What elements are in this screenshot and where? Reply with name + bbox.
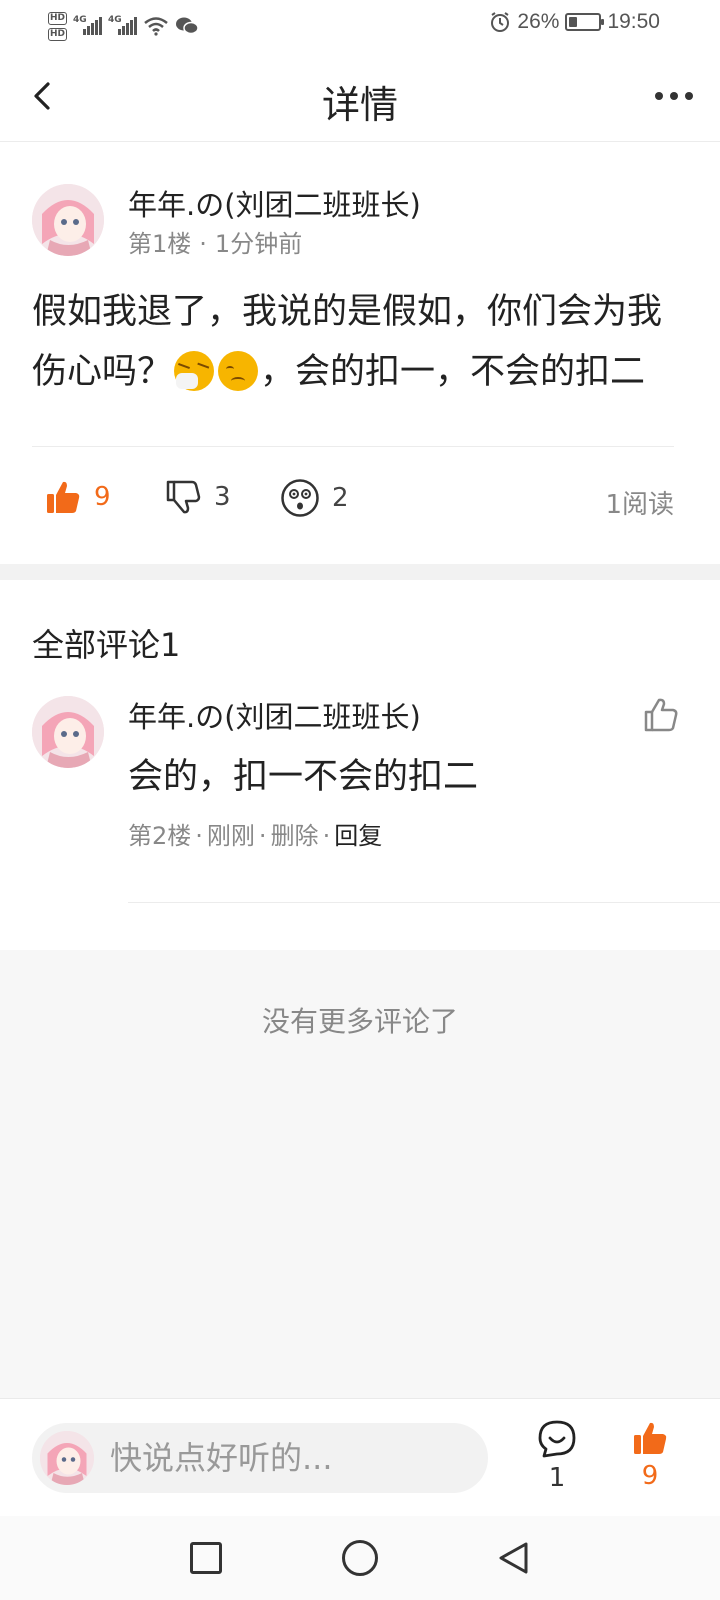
bottom-like-button[interactable]: 9 [620, 1419, 680, 1491]
no-more-comments-label: 没有更多评论了 [261, 1005, 458, 1038]
divider [128, 902, 720, 903]
post-actions: 9 3 2 1阅读 [0, 470, 720, 530]
comment-floor: 第2楼 [128, 822, 192, 850]
hd-icon: HD [48, 11, 68, 25]
post-text-part2: ，会的扣一，不会的扣二 [260, 352, 646, 392]
read-count: 1阅读 [605, 490, 674, 520]
thumbs-up-filled-icon [634, 1422, 667, 1454]
comment-count: 1 [548, 1463, 566, 1493]
system-nav-bar [0, 1516, 720, 1600]
comment-text: 会的，扣一不会的扣二 [128, 757, 479, 797]
comment-bubble-icon [538, 1420, 576, 1458]
avatar-image [40, 1431, 94, 1485]
battery-level [569, 17, 577, 27]
nav-back-icon[interactable] [496, 1540, 532, 1576]
wifi-icon [144, 17, 168, 36]
comments-section: 全部评论1 年年.の(刘团二班班长) 会的，扣一不会的扣二 第2楼 · 刚刚 · 删除 ·… [0, 580, 720, 950]
surprised-button[interactable]: 2 [280, 478, 349, 518]
battery-percent: 26% [517, 10, 560, 33]
dislike-count: 3 [214, 482, 231, 512]
section-divider [0, 564, 720, 580]
comments-footer: 没有更多评论了 [0, 950, 720, 1398]
thumbs-up-filled-icon [47, 481, 80, 513]
thumbs-down-icon [166, 480, 201, 514]
avatar-image [32, 184, 104, 256]
avatar[interactable] [32, 184, 104, 256]
dislike-button[interactable]: 3 [164, 478, 231, 516]
page-title: 详情 [321, 83, 398, 127]
post-card: 年年.の(刘团二班班长) 第1楼 · 1分钟前 假如我退了，我说的是假如，你们会为我… [0, 142, 720, 564]
recent-apps-icon[interactable] [190, 1542, 222, 1574]
home-icon[interactable] [342, 1540, 378, 1576]
delete-link[interactable]: 删除 [271, 822, 319, 850]
wechat-icon [176, 17, 199, 35]
battery-icon [565, 13, 605, 31]
comment-input-container[interactable] [32, 1423, 488, 1493]
avatar [40, 1431, 94, 1485]
like-count: 9 [94, 482, 111, 512]
surprised-count: 2 [332, 483, 349, 513]
alarm-icon [491, 12, 510, 32]
comment-time: 刚刚 [206, 822, 255, 850]
hd-icon: HD [48, 27, 68, 41]
top-app-bar: 详情 [0, 50, 720, 142]
thumbs-up-icon[interactable] [642, 696, 680, 734]
signal-icon: 4G [73, 15, 103, 35]
post-meta: 第1楼 · 1分钟前 [128, 230, 303, 258]
comments-button[interactable]: 1 [527, 1419, 587, 1493]
sneezing-face-emoji [174, 351, 215, 391]
comment-input[interactable] [110, 1435, 470, 1481]
divider [32, 446, 674, 447]
post-author[interactable]: 年年.の(刘团二班班长) [128, 182, 421, 224]
post-floor: 第1楼 [128, 230, 192, 258]
bottom-comment-bar: 1 9 [0, 1398, 720, 1516]
bottom-like-count: 9 [641, 1461, 659, 1491]
avatar-image [32, 696, 104, 768]
disappointed-face-emoji [218, 351, 259, 391]
post-content: 假如我退了，我说的是假如，你们会为我伤心吗？ ，会的扣一，不会的扣二 [32, 282, 692, 402]
surprised-face-icon [281, 479, 319, 517]
post-time: 1分钟前 [214, 230, 303, 258]
status-left: HD HD 4G 4G [48, 6, 199, 46]
more-options-icon[interactable] [650, 76, 698, 116]
avatar[interactable] [32, 696, 104, 768]
comment-author[interactable]: 年年.の(刘团二班班长) [128, 694, 421, 736]
status-bar: HD HD 4G 4G 26% 19:50 [0, 0, 720, 50]
signal-icon: 4G [108, 15, 138, 35]
hd-indicators: HD HD [48, 11, 68, 41]
comments-header: 全部评论1 [32, 626, 181, 664]
status-right: 26% 19:50 [489, 10, 660, 34]
like-button[interactable]: 9 [44, 478, 111, 516]
clock: 19:50 [607, 10, 660, 33]
reply-link[interactable]: 回复 [334, 822, 382, 850]
comment-meta: 第2楼 · 刚刚 · 删除 · 回复 [128, 822, 383, 850]
